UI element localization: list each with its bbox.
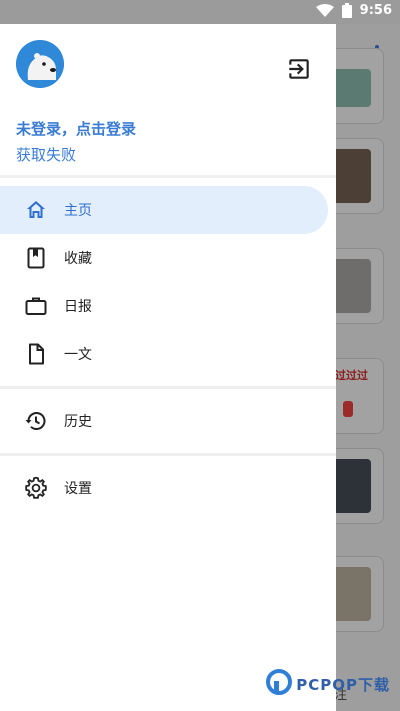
nav-item-article[interactable]: 一文 [0,330,328,378]
polar-bear-avatar[interactable] [16,40,64,88]
nav-item-label: 收藏 [64,251,92,267]
nav-item-label: 历史 [64,414,92,430]
nav-item-label: 主页 [64,203,92,219]
watermark-logo-icon [266,669,293,699]
navigation-drawer: 未登录，点击登录 获取失败 主页 收藏 日报 一文 历史 设置 [0,24,336,711]
nav-item-label: 一文 [64,347,92,363]
watermark: PCPOP下载 [266,669,390,699]
watermark-text: PCPOP下载 [296,675,390,694]
fetch-status-text: 获取失败 [16,146,77,164]
status-bar: 9:56 [0,0,400,24]
battery-icon [341,3,352,18]
nav-item-daily[interactable]: 日报 [0,282,328,330]
divider [0,175,336,178]
document-icon [24,342,48,366]
home-icon [24,198,48,222]
nav-item-favorites[interactable]: 收藏 [0,234,328,282]
wifi-icon [315,3,334,18]
divider [0,453,336,456]
nav-item-home[interactable]: 主页 [0,186,328,234]
login-prompt[interactable]: 未登录，点击登录 [16,118,136,139]
background-card-text: 过过过 [335,369,368,382]
divider [0,386,336,389]
nav-item-settings[interactable]: 设置 [0,464,328,512]
bookmark-icon [24,246,48,270]
history-icon [24,409,48,433]
login-icon[interactable] [286,56,312,82]
status-time: 9:56 [359,3,392,18]
nav-item-history[interactable]: 历史 [0,397,328,445]
nav-item-label: 设置 [64,481,92,497]
briefcase-icon [24,294,48,318]
gear-icon [24,476,48,500]
nav-item-label: 日报 [64,299,92,315]
